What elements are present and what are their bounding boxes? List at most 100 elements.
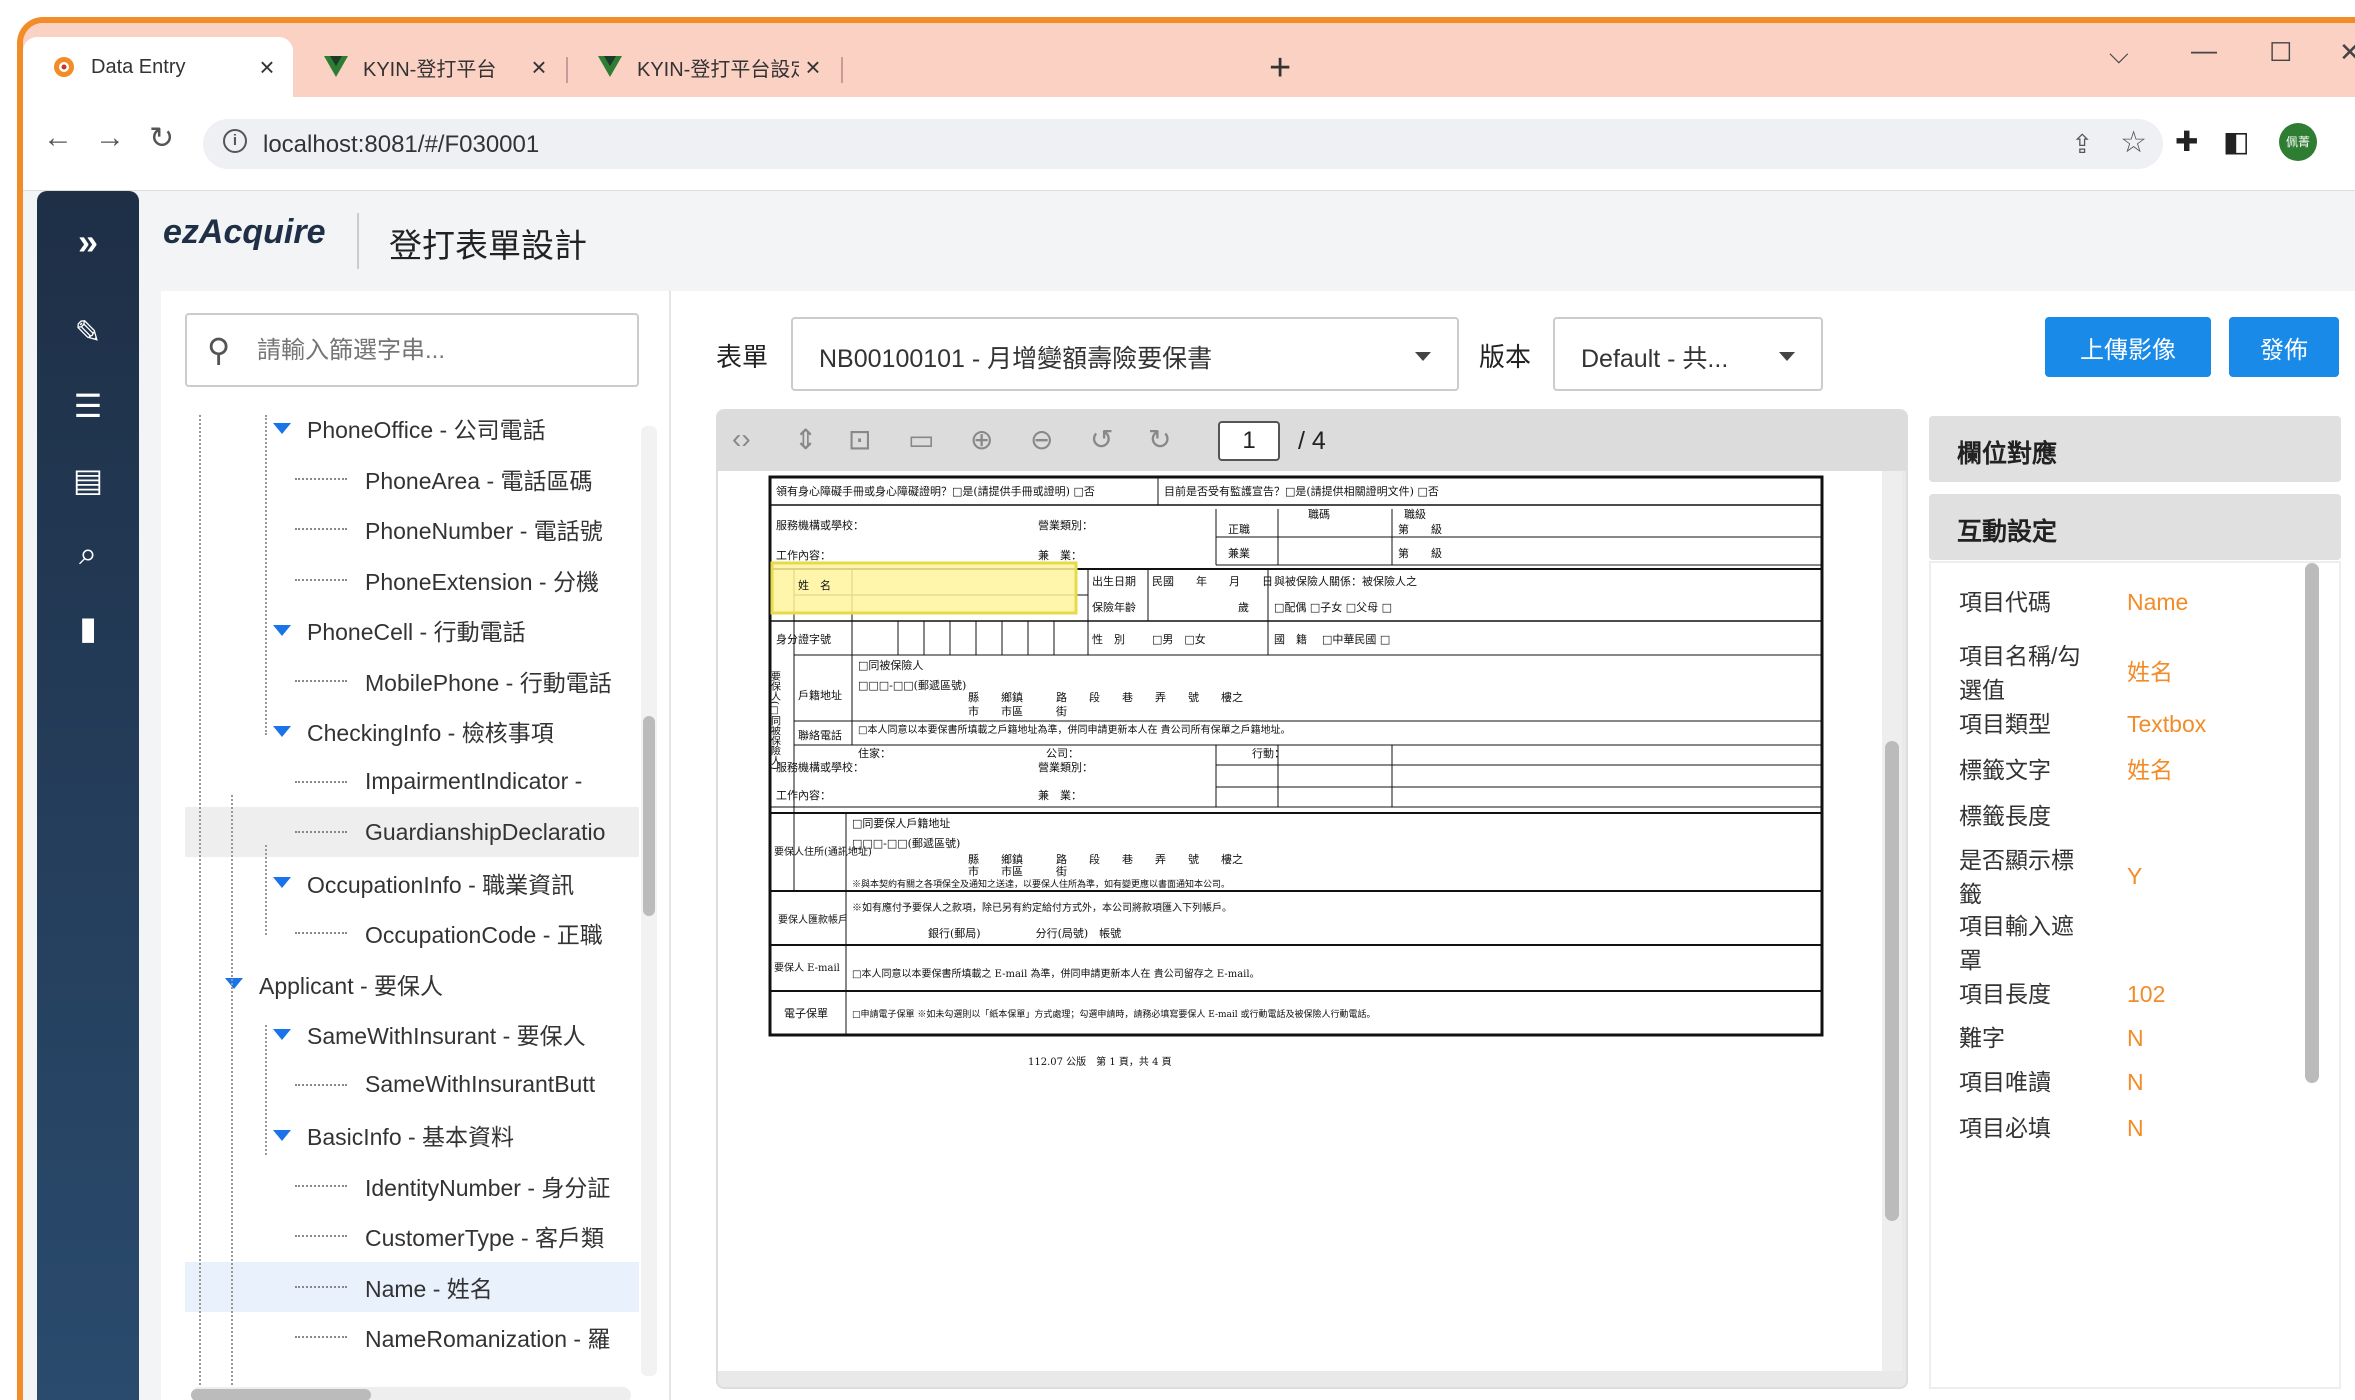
- zoom-in-icon[interactable]: ⊕: [970, 423, 993, 456]
- expand-icon[interactable]: »: [37, 221, 139, 263]
- actual-size-icon[interactable]: ▭: [908, 423, 934, 456]
- tab-kyin-settings[interactable]: KYIN-登打平台設定 ×: [569, 37, 839, 97]
- property-value[interactable]: N: [2127, 1111, 2144, 1145]
- reload-icon[interactable]: ↻: [149, 121, 174, 156]
- scrollbar-thumb[interactable]: [191, 1389, 371, 1400]
- tree-item[interactable]: PhoneExtension - 分機: [185, 555, 639, 605]
- tree-item[interactable]: NameRomanization - 羅: [185, 1312, 639, 1362]
- property-value[interactable]: N: [2127, 1065, 2144, 1099]
- tree-item[interactable]: CustomerType - 客戶類: [185, 1211, 639, 1261]
- rotate-right-icon[interactable]: ↻: [1148, 423, 1171, 456]
- bookmark-star-icon[interactable]: ☆: [2120, 125, 2147, 160]
- tree-item[interactable]: GuardianshipDeclaratio: [185, 807, 639, 857]
- fit-page-icon[interactable]: ⊡: [848, 423, 871, 456]
- property-value[interactable]: Y: [2127, 859, 2142, 893]
- edit-icon[interactable]: ✎: [37, 313, 139, 351]
- scrollbar-thumb[interactable]: [643, 716, 655, 916]
- scrollbar-thumb[interactable]: [1885, 741, 1899, 1221]
- tree-item[interactable]: SameWithInsurantButt: [185, 1060, 639, 1110]
- caret-down-icon[interactable]: [273, 624, 291, 636]
- profile-avatar[interactable]: 佩菁: [2279, 123, 2317, 161]
- share-icon[interactable]: ⇪: [2071, 129, 2093, 160]
- property-label: 項目唯讀: [1959, 1069, 2051, 1095]
- tree-item[interactable]: BasicInfo - 基本資料: [185, 1110, 639, 1160]
- property-value[interactable]: 102: [2127, 977, 2165, 1011]
- upload-image-button[interactable]: 上傳影像: [2045, 317, 2211, 377]
- caret-down-icon[interactable]: [273, 725, 291, 737]
- caret-down-icon[interactable]: [225, 978, 243, 989]
- field-mapping-header[interactable]: 欄位對應: [1929, 416, 2341, 482]
- tree-item[interactable]: SameWithInsurant - 要保人: [185, 1009, 639, 1059]
- zoom-out-icon[interactable]: ⊖: [1030, 423, 1053, 456]
- new-tab-button[interactable]: +: [1269, 49, 1291, 87]
- extensions-puzzle-icon[interactable]: ✚: [2175, 125, 2198, 158]
- forward-icon[interactable]: →: [95, 121, 125, 155]
- address-bar: ← → ↻ i localhost:8081/#/F030001 ⇪ ☆ ✚ ◧…: [23, 97, 2355, 191]
- viewer-vertical-scrollbar[interactable]: [1882, 471, 1902, 1371]
- publish-button[interactable]: 發佈: [2229, 317, 2339, 377]
- caret-down-icon[interactable]: [273, 422, 291, 434]
- tree-horizontal-scrollbar[interactable]: [191, 1387, 631, 1400]
- version-select[interactable]: Default - 共...: [1553, 317, 1823, 391]
- search-doc-icon[interactable]: ⌕: [37, 535, 139, 573]
- back-icon[interactable]: ←: [43, 121, 73, 155]
- file-icon[interactable]: ▮: [37, 609, 139, 647]
- tree-item[interactable]: Name - 姓名: [185, 1261, 639, 1312]
- vertical-pan-icon[interactable]: ⇕: [794, 423, 817, 456]
- doc-text: 銀行(郵局) 分行(局號) 帳號: [928, 926, 1121, 940]
- search-input[interactable]: [257, 325, 627, 377]
- tab-title: Data Entry: [91, 55, 186, 78]
- main-content: ⚲ PhoneOffice - 公司電話PhoneArea - 電話區碼Phon…: [161, 291, 2355, 1400]
- property-label: 項目必填: [1959, 1115, 2051, 1141]
- property-value[interactable]: 姓名: [2127, 655, 2173, 689]
- form-select[interactable]: NB00100101 - 月增變額壽險要保書: [791, 317, 1459, 391]
- rotate-left-icon[interactable]: ↺: [1090, 423, 1113, 456]
- tree-item[interactable]: PhoneArea - 電話區碼: [185, 454, 639, 504]
- caret-down-icon[interactable]: [273, 1028, 291, 1040]
- close-icon[interactable]: ×: [799, 52, 827, 83]
- caret-down-icon[interactable]: [273, 877, 291, 888]
- horizontal-pan-icon[interactable]: ‹›: [732, 423, 751, 455]
- minimize-icon[interactable]: —: [2191, 35, 2217, 66]
- url-field[interactable]: i localhost:8081/#/F030001 ⇪ ☆: [203, 119, 2163, 169]
- version-label: 版本: [1479, 342, 1532, 372]
- property-value[interactable]: Name: [2127, 585, 2188, 619]
- property-value[interactable]: Textbox: [2127, 707, 2206, 741]
- sidepanel-icon[interactable]: ◧: [2223, 125, 2249, 158]
- doc-text: 姓 名: [798, 578, 831, 592]
- property-label: 標籤文字: [1959, 757, 2051, 783]
- property-value[interactable]: 姓名: [2127, 753, 2173, 787]
- maximize-icon[interactable]: ☐: [2269, 37, 2292, 68]
- tree-item[interactable]: IdentityNumber - 身分証: [185, 1161, 639, 1211]
- tree-item[interactable]: PhoneCell - 行動電話: [185, 605, 639, 655]
- tree-item[interactable]: OccupationInfo - 職業資訊: [185, 858, 639, 908]
- tree-item[interactable]: Applicant - 要保人: [185, 959, 639, 1009]
- interaction-settings-header[interactable]: 互動設定: [1929, 494, 2341, 560]
- card-icon[interactable]: ▤: [37, 461, 139, 499]
- tree-item[interactable]: PhoneNumber - 電話號: [185, 504, 639, 554]
- tree-item-label: ImpairmentIndicator -: [365, 768, 583, 794]
- tree-vertical-scrollbar[interactable]: [641, 426, 657, 1376]
- tree-search[interactable]: ⚲: [185, 313, 639, 387]
- page-number-input[interactable]: 1: [1218, 421, 1280, 461]
- caret-down-icon[interactable]: [273, 1129, 291, 1141]
- property-value[interactable]: N: [2127, 1021, 2144, 1055]
- doc-text: 保險年齡: [1092, 600, 1136, 614]
- list-icon[interactable]: ☰: [37, 387, 139, 425]
- tree-item[interactable]: ImpairmentIndicator -: [185, 757, 639, 807]
- tree-item[interactable]: CheckingInfo - 檢核事項: [185, 706, 639, 756]
- doc-text: 出生日期: [1092, 574, 1136, 588]
- window-close-icon[interactable]: ✕: [2339, 37, 2355, 68]
- doc-text: 市 市區 街: [968, 864, 1067, 878]
- tab-kyin-platform[interactable]: KYIN-登打平台 ×: [295, 37, 565, 97]
- tree-item[interactable]: MobilePhone - 行動電話: [185, 656, 639, 706]
- close-icon[interactable]: ×: [253, 52, 281, 83]
- property-label: 難字: [1959, 1025, 2005, 1051]
- close-icon[interactable]: ×: [525, 52, 553, 83]
- props-scrollbar[interactable]: [2305, 563, 2319, 1083]
- tree-item[interactable]: PhoneOffice - 公司電話: [185, 415, 639, 453]
- tree-item[interactable]: OccupationCode - 正職: [185, 908, 639, 958]
- site-info-icon[interactable]: i: [223, 129, 247, 153]
- tab-search-chevron-icon[interactable]: ⌵: [2109, 39, 2129, 71]
- tab-data-entry[interactable]: Data Entry ×: [23, 37, 293, 97]
